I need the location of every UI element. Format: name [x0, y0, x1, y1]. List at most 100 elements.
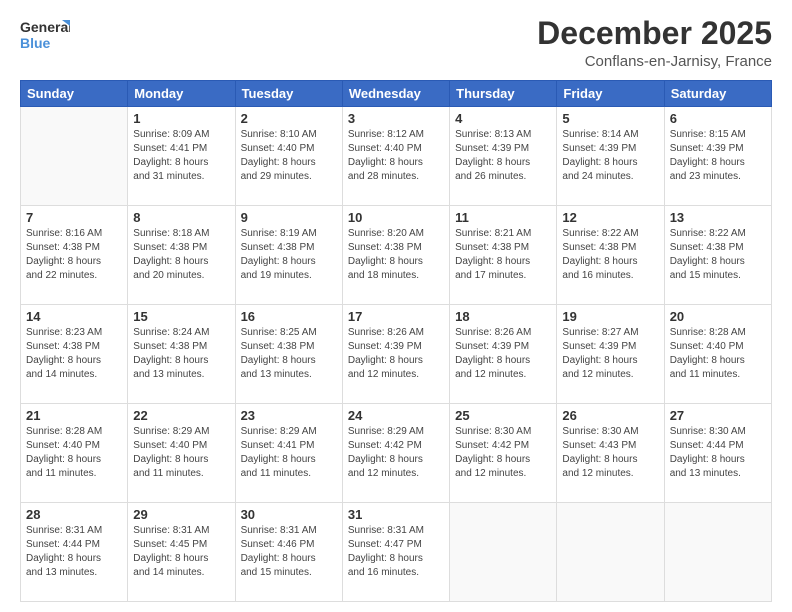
day-cell: 16 Sunrise: 8:25 AMSunset: 4:38 PMDayligh… — [235, 305, 342, 404]
day-number: 5 — [562, 111, 658, 126]
cell-info: Sunrise: 8:21 AMSunset: 4:38 PMDaylight:… — [455, 227, 551, 283]
month-title: December 2025 — [537, 16, 772, 51]
cell-info: Sunrise: 8:26 AMSunset: 4:39 PMDaylight:… — [348, 326, 444, 382]
day-number: 10 — [348, 210, 444, 225]
day-number: 1 — [133, 111, 229, 126]
day-number: 15 — [133, 309, 229, 324]
day-cell: 15 Sunrise: 8:24 AMSunset: 4:38 PMDayligh… — [128, 305, 235, 404]
day-cell: 14Sunrise: 8:23 AMSunset: 4:38 PMDayligh… — [21, 305, 128, 404]
title-block: December 2025 Conflans-en-Jarnisy, Franc… — [537, 16, 772, 70]
day-cell — [664, 503, 771, 602]
cell-info: Sunrise: 8:19 AMSunset: 4:38 PMDaylight:… — [241, 227, 337, 283]
cell-info: Sunrise: 8:09 AMSunset: 4:41 PMDaylight:… — [133, 128, 229, 184]
cell-info: Sunrise: 8:13 AMSunset: 4:39 PMDaylight:… — [455, 128, 551, 184]
cell-info: Sunrise: 8:30 AMSunset: 4:43 PMDaylight:… — [562, 425, 658, 481]
cell-info: Sunrise: 8:29 AMSunset: 4:42 PMDaylight:… — [348, 425, 444, 481]
cell-info: Sunrise: 8:20 AMSunset: 4:38 PMDaylight:… — [348, 227, 444, 283]
day-number: 27 — [670, 408, 766, 423]
day-number: 2 — [241, 111, 337, 126]
day-cell: 28 Sunrise: 8:31 AMSunset: 4:44 PMDayligh… — [21, 503, 128, 602]
day-number: 30 — [241, 507, 337, 522]
page: General Blue December 2025 Conflans-en-J… — [0, 0, 792, 612]
logo-svg: General Blue — [20, 16, 70, 56]
day-number: 3 — [348, 111, 444, 126]
day-number: 24 — [348, 408, 444, 423]
day-cell: 5Sunrise: 8:14 AMSunset: 4:39 PMDaylight… — [557, 107, 664, 206]
cell-info: Sunrise: 8:23 AMSunset: 4:38 PMDaylight:… — [26, 326, 122, 382]
day-cell — [450, 503, 557, 602]
day-number: 20 — [670, 309, 766, 324]
col-header-tuesday: Tuesday — [235, 81, 342, 107]
day-cell: 8Sunrise: 8:18 AMSunset: 4:38 PMDaylight… — [128, 206, 235, 305]
day-cell: 27 Sunrise: 8:30 AMSunset: 4:44 PMDayligh… — [664, 404, 771, 503]
day-number: 25 — [455, 408, 551, 423]
col-header-sunday: Sunday — [21, 81, 128, 107]
day-number: 9 — [241, 210, 337, 225]
day-number: 21 — [26, 408, 122, 423]
header-row: SundayMondayTuesdayWednesdayThursdayFrid… — [21, 81, 772, 107]
logo: General Blue — [20, 16, 70, 56]
day-number: 8 — [133, 210, 229, 225]
day-number: 4 — [455, 111, 551, 126]
day-number: 26 — [562, 408, 658, 423]
svg-text:General: General — [20, 19, 70, 35]
week-row-3: 14Sunrise: 8:23 AMSunset: 4:38 PMDayligh… — [21, 305, 772, 404]
cell-info: Sunrise: 8:26 AMSunset: 4:39 PMDaylight:… — [455, 326, 551, 382]
day-cell: 17Sunrise: 8:26 AMSunset: 4:39 PMDayligh… — [342, 305, 449, 404]
day-number: 18 — [455, 309, 551, 324]
day-cell: 9 Sunrise: 8:19 AMSunset: 4:38 PMDaylight… — [235, 206, 342, 305]
cell-info: Sunrise: 8:30 AMSunset: 4:44 PMDaylight:… — [670, 425, 766, 481]
cell-info: Sunrise: 8:31 AMSunset: 4:47 PMDaylight:… — [348, 524, 444, 580]
day-cell: 4 Sunrise: 8:13 AMSunset: 4:39 PMDaylight… — [450, 107, 557, 206]
cell-info: Sunrise: 8:31 AMSunset: 4:45 PMDaylight:… — [133, 524, 229, 580]
col-header-thursday: Thursday — [450, 81, 557, 107]
day-cell — [21, 107, 128, 206]
week-row-4: 21 Sunrise: 8:28 AMSunset: 4:40 PMDayligh… — [21, 404, 772, 503]
day-cell: 6 Sunrise: 8:15 AMSunset: 4:39 PMDaylight… — [664, 107, 771, 206]
location: Conflans-en-Jarnisy, France — [537, 53, 772, 70]
day-cell — [557, 503, 664, 602]
day-number: 7 — [26, 210, 122, 225]
day-cell: 19Sunrise: 8:27 AMSunset: 4:39 PMDayligh… — [557, 305, 664, 404]
day-cell: 26 Sunrise: 8:30 AMSunset: 4:43 PMDayligh… — [557, 404, 664, 503]
day-cell: 30 Sunrise: 8:31 AMSunset: 4:46 PMDayligh… — [235, 503, 342, 602]
cell-info: Sunrise: 8:29 AMSunset: 4:40 PMDaylight:… — [133, 425, 229, 481]
week-row-2: 7Sunrise: 8:16 AMSunset: 4:38 PMDaylight… — [21, 206, 772, 305]
svg-text:Blue: Blue — [20, 35, 51, 51]
cell-info: Sunrise: 8:27 AMSunset: 4:39 PMDaylight:… — [562, 326, 658, 382]
day-number: 28 — [26, 507, 122, 522]
day-number: 23 — [241, 408, 337, 423]
day-cell: 12Sunrise: 8:22 AMSunset: 4:38 PMDayligh… — [557, 206, 664, 305]
col-header-monday: Monday — [128, 81, 235, 107]
calendar-table: SundayMondayTuesdayWednesdayThursdayFrid… — [20, 80, 772, 602]
day-cell: 23 Sunrise: 8:29 AMSunset: 4:41 PMDayligh… — [235, 404, 342, 503]
day-cell: 24 Sunrise: 8:29 AMSunset: 4:42 PMDayligh… — [342, 404, 449, 503]
day-cell: 13Sunrise: 8:22 AMSunset: 4:38 PMDayligh… — [664, 206, 771, 305]
day-cell: 2 Sunrise: 8:10 AMSunset: 4:40 PMDaylight… — [235, 107, 342, 206]
cell-info: Sunrise: 8:29 AMSunset: 4:41 PMDaylight:… — [241, 425, 337, 481]
day-cell: 1 Sunrise: 8:09 AMSunset: 4:41 PMDaylight… — [128, 107, 235, 206]
day-cell: 31 Sunrise: 8:31 AMSunset: 4:47 PMDayligh… — [342, 503, 449, 602]
week-row-5: 28 Sunrise: 8:31 AMSunset: 4:44 PMDayligh… — [21, 503, 772, 602]
day-number: 31 — [348, 507, 444, 522]
cell-info: Sunrise: 8:30 AMSunset: 4:42 PMDaylight:… — [455, 425, 551, 481]
cell-info: Sunrise: 8:10 AMSunset: 4:40 PMDaylight:… — [241, 128, 337, 184]
day-cell: 3 Sunrise: 8:12 AMSunset: 4:40 PMDaylight… — [342, 107, 449, 206]
day-number: 6 — [670, 111, 766, 126]
cell-info: Sunrise: 8:25 AMSunset: 4:38 PMDaylight:… — [241, 326, 337, 382]
cell-info: Sunrise: 8:12 AMSunset: 4:40 PMDaylight:… — [348, 128, 444, 184]
header: General Blue December 2025 Conflans-en-J… — [20, 16, 772, 70]
cell-info: Sunrise: 8:31 AMSunset: 4:46 PMDaylight:… — [241, 524, 337, 580]
day-number: 13 — [670, 210, 766, 225]
col-header-saturday: Saturday — [664, 81, 771, 107]
cell-info: Sunrise: 8:31 AMSunset: 4:44 PMDaylight:… — [26, 524, 122, 580]
col-header-wednesday: Wednesday — [342, 81, 449, 107]
week-row-1: 1 Sunrise: 8:09 AMSunset: 4:41 PMDaylight… — [21, 107, 772, 206]
day-number: 16 — [241, 309, 337, 324]
cell-info: Sunrise: 8:28 AMSunset: 4:40 PMDaylight:… — [670, 326, 766, 382]
cell-info: Sunrise: 8:28 AMSunset: 4:40 PMDaylight:… — [26, 425, 122, 481]
day-number: 12 — [562, 210, 658, 225]
cell-info: Sunrise: 8:15 AMSunset: 4:39 PMDaylight:… — [670, 128, 766, 184]
col-header-friday: Friday — [557, 81, 664, 107]
cell-info: Sunrise: 8:24 AMSunset: 4:38 PMDaylight:… — [133, 326, 229, 382]
